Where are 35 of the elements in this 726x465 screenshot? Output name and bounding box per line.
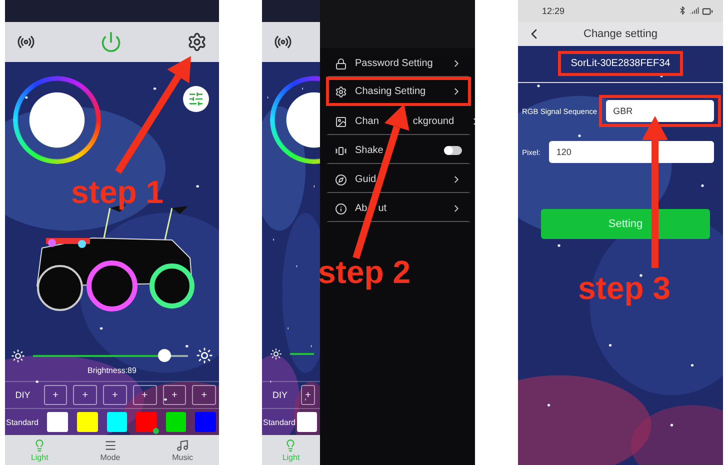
- status-time: 12:29: [542, 6, 565, 16]
- step-label: step 1: [71, 176, 164, 208]
- add-slot-button[interactable]: +: [132, 385, 157, 405]
- diy-label: DIY: [271, 390, 288, 400]
- add-slot-button[interactable]: +: [301, 385, 315, 405]
- menu-label: Chan: [355, 116, 379, 127]
- nav-tab[interactable]: Mode: [100, 438, 120, 462]
- step-label: step 3: [578, 272, 670, 304]
- screen-title: Change setting: [582, 28, 658, 40]
- standard-label: Standard: [6, 418, 38, 426]
- menu-item[interactable]: Ab ut: [326, 193, 471, 222]
- input-field[interactable]: 120: [549, 141, 714, 163]
- brightness-label: Brightness:89: [88, 366, 136, 375]
- diy-label: DIY: [14, 390, 32, 400]
- add-slot-button[interactable]: +: [103, 385, 127, 405]
- menu-item[interactable]: Password Setting: [326, 48, 471, 77]
- menu-item[interactable]: Chasing Setting: [326, 77, 471, 106]
- menu-label: Shake: [355, 145, 384, 156]
- menu-label: ut: [378, 203, 387, 214]
- menu-item[interactable]: Shake: [326, 135, 471, 164]
- add-slot-button[interactable]: +: [192, 385, 216, 405]
- add-slot-button[interactable]: +: [73, 385, 98, 405]
- add-slot-button[interactable]: +: [44, 385, 68, 405]
- menu-item[interactable]: Guid: [326, 164, 471, 193]
- menu-label: Chasing Setting: [355, 86, 426, 97]
- step-label: step 2: [318, 256, 410, 288]
- add-slot-button[interactable]: +: [162, 385, 186, 405]
- input-field[interactable]: GBR: [606, 100, 714, 122]
- menu-label: Ab: [355, 203, 368, 214]
- menu-label: Guid: [355, 174, 376, 185]
- standard-label: Standard: [263, 418, 296, 426]
- menu-label: Password Setting: [355, 58, 433, 69]
- nav-tab[interactable]: Music: [172, 438, 194, 462]
- menu-label: ckground: [412, 116, 454, 127]
- device-name: SorLit-30E2838FEF34: [558, 51, 684, 76]
